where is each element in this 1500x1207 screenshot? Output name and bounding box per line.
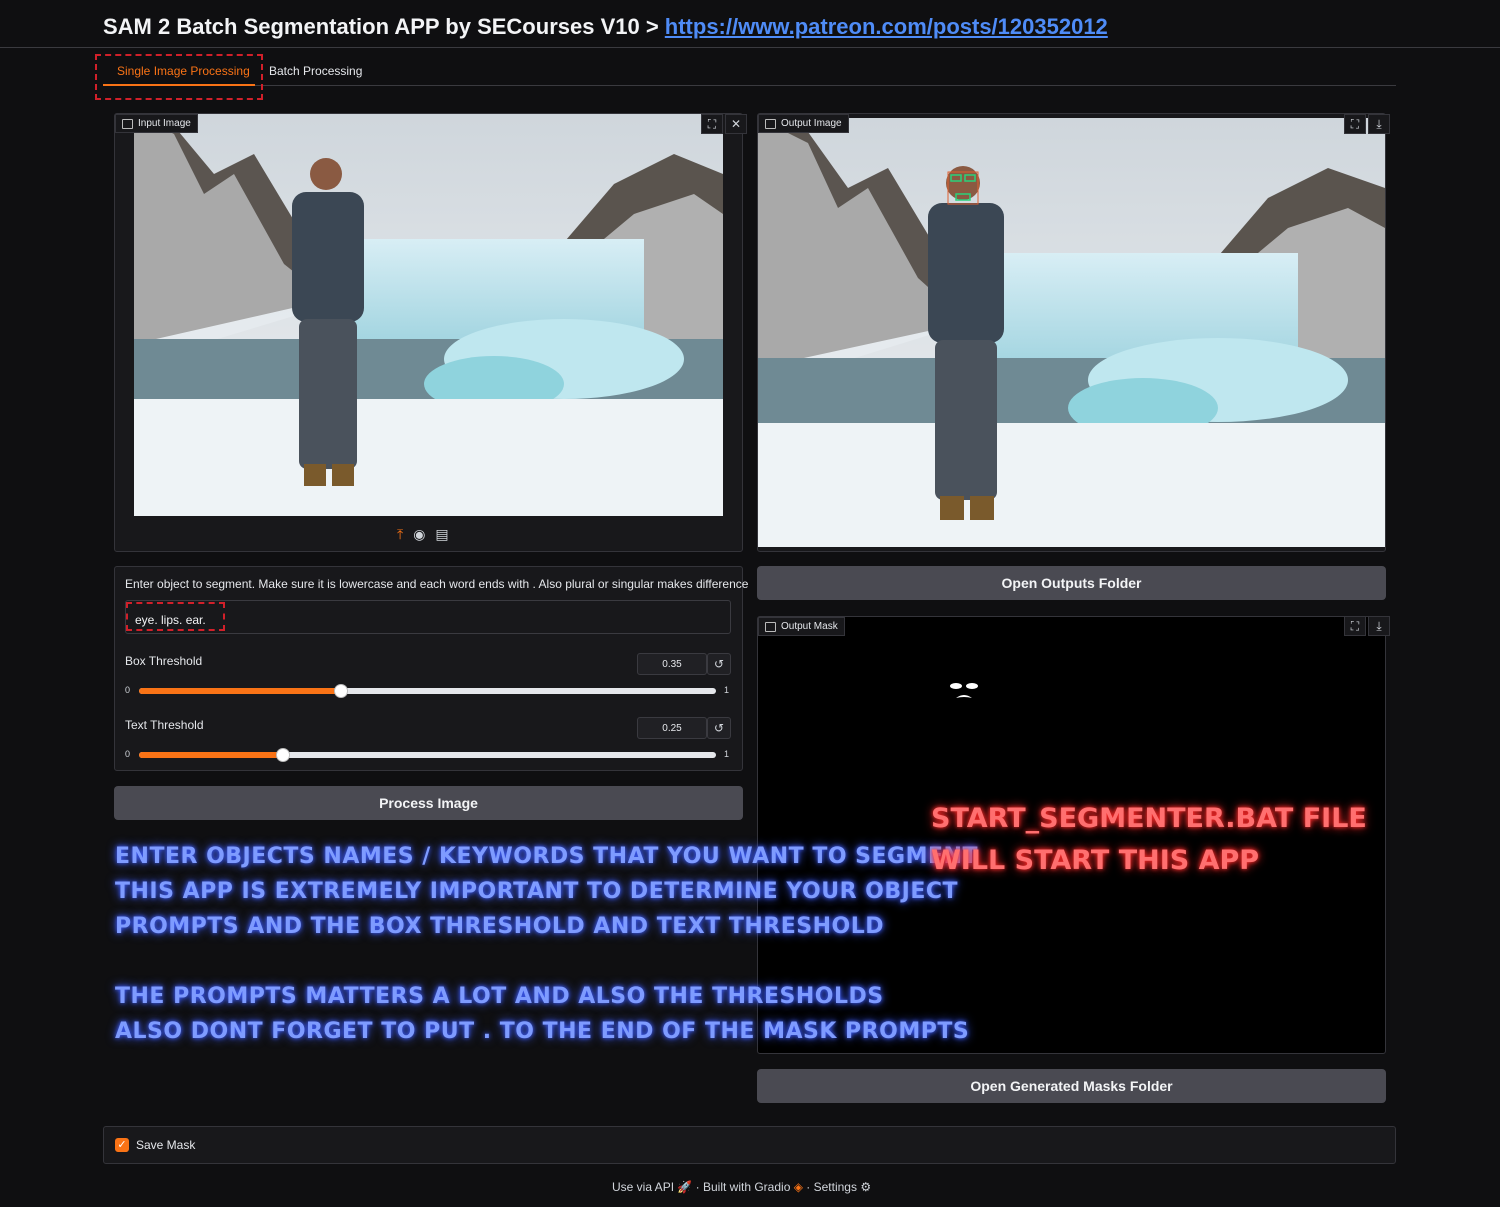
output-image-label-text: Output Image [781, 118, 842, 129]
app-title: SAM 2 Batch Segmentation APP by SECourse… [103, 14, 1108, 40]
box-threshold-label: Box Threshold [125, 654, 203, 668]
box-threshold-slider-fill [139, 688, 341, 694]
tab-single-image-processing[interactable]: Single Image Processing [117, 64, 250, 78]
person-figure-output [928, 166, 1004, 520]
mask-shapes [950, 683, 978, 698]
process-image-button[interactable]: Process Image [114, 786, 743, 820]
tab-batch-processing[interactable]: Batch Processing [269, 64, 362, 78]
input-image-photo [134, 114, 723, 516]
rocket-icon: 🚀 [677, 1180, 696, 1194]
prompt-input[interactable]: eye. lips. ear. [125, 600, 731, 634]
settings-link[interactable]: Settings [814, 1180, 857, 1194]
fullscreen-icon[interactable]: ⛶ [1344, 616, 1366, 636]
patreon-link[interactable]: https://www.patreon.com/posts/120352012 [665, 14, 1108, 39]
input-image-label-text: Input Image [138, 118, 191, 129]
image-icon [122, 119, 133, 129]
instructions-annotation: Enter objects names / keywords that you … [115, 844, 978, 1044]
person-figure [292, 158, 364, 486]
tab-bar-divider [103, 85, 1396, 86]
app-title-text: SAM 2 Batch Segmentation APP by SECourse… [103, 14, 659, 39]
prompt-label: Enter object to segment. Make sure it is… [125, 577, 749, 591]
text-threshold-number-input[interactable]: 0.25 [637, 717, 707, 739]
text-threshold-min: 0 [125, 749, 131, 759]
text-threshold-slider-fill [139, 752, 284, 758]
close-icon[interactable]: ✕ [725, 114, 747, 134]
gradio-logo-icon: ◈ [793, 1180, 807, 1194]
image-icon [765, 119, 776, 129]
prompt-input-value: eye. lips. ear. [135, 613, 206, 627]
input-scene-illustration [134, 114, 723, 516]
clipboard-icon[interactable]: ▤ [435, 526, 448, 543]
webcam-icon[interactable]: ◉ [413, 526, 425, 543]
download-icon[interactable]: ⤓ [1368, 114, 1390, 134]
built-with-gradio-link[interactable]: Built with Gradio [703, 1180, 790, 1194]
image-icon [765, 622, 776, 632]
start-app-annotation: start_segmenter.bat file will start this… [931, 803, 1367, 876]
text-threshold-reset-icon[interactable]: ↺ [707, 717, 731, 739]
open-outputs-folder-button[interactable]: Open Outputs Folder [757, 566, 1386, 600]
footer: Use via API 🚀 · Built with Gradio ◈ · Se… [612, 1180, 871, 1194]
box-threshold-min: 0 [125, 685, 131, 695]
image-source-toolbar: ⤒ ◉ ▤ [397, 526, 449, 543]
use-via-api-link[interactable]: Use via API [612, 1180, 674, 1194]
box-threshold-reset-icon[interactable]: ↺ [707, 653, 731, 675]
output-mask-label: Output Mask [758, 617, 845, 636]
active-tab-indicator [103, 84, 255, 86]
output-image-photo [758, 118, 1385, 547]
text-threshold-label: Text Threshold [125, 718, 204, 732]
output-mask-label-text: Output Mask [781, 621, 838, 632]
box-threshold-slider-thumb[interactable] [333, 684, 348, 698]
output-mask-controls: ⛶ ⤓ [1344, 616, 1390, 636]
save-mask-label: Save Mask [136, 1138, 196, 1152]
open-generated-masks-folder-button[interactable]: Open Generated Masks Folder [757, 1069, 1386, 1103]
output-image-label: Output Image [758, 114, 849, 133]
save-mask-checkbox[interactable]: ✓ [115, 1138, 129, 1152]
upload-icon[interactable]: ⤒ [397, 526, 403, 543]
fullscreen-icon[interactable]: ⛶ [1344, 114, 1366, 134]
gear-icon: ⚙ [860, 1180, 872, 1194]
footer-separator: · [806, 1180, 811, 1194]
output-scene-illustration [758, 118, 1385, 547]
input-image-label: Input Image [115, 114, 198, 133]
download-icon[interactable]: ⤓ [1368, 616, 1390, 636]
output-image-controls: ⛶ ⤓ [1344, 114, 1390, 134]
save-mask-panel [103, 1126, 1396, 1164]
text-threshold-max: 1 [724, 749, 730, 759]
box-threshold-max: 1 [724, 685, 730, 695]
footer-separator: · [695, 1180, 700, 1194]
fullscreen-icon[interactable]: ⛶ [701, 114, 723, 134]
input-image-controls: ⛶ ✕ [701, 114, 747, 134]
box-threshold-number-input[interactable]: 0.35 [637, 653, 707, 675]
